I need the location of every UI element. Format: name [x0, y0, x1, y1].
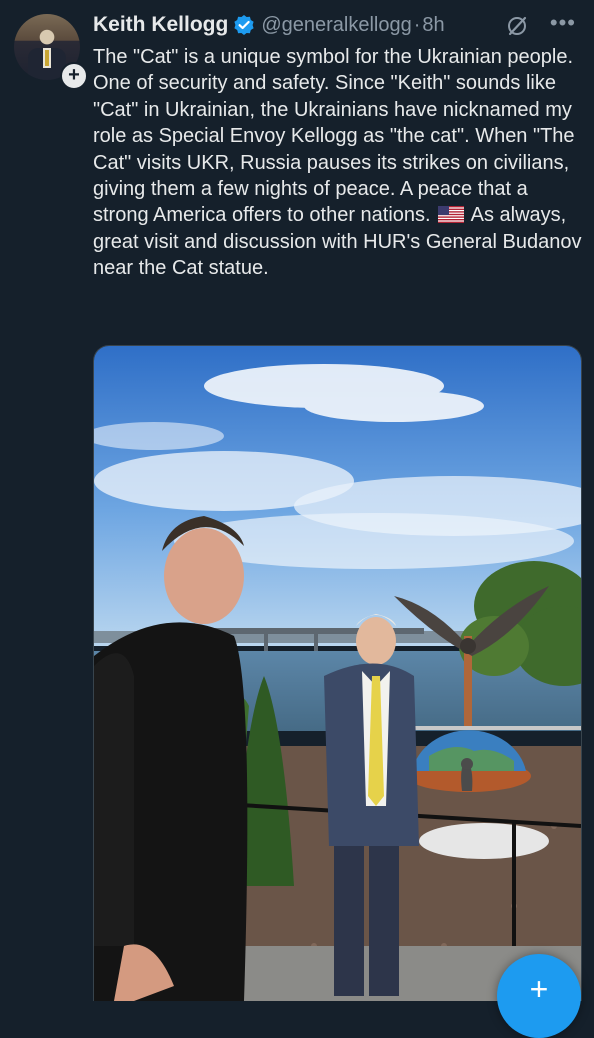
- verified-badge-icon: [234, 15, 254, 35]
- gravel-bed: [419, 823, 549, 859]
- us-flag-icon: [438, 206, 465, 224]
- more-icon[interactable]: •••: [550, 10, 576, 36]
- railing: [394, 726, 581, 730]
- tweet-header: Keith Kellogg @generalkellogg · 8h •••: [93, 8, 580, 42]
- tweet-photo[interactable]: [93, 345, 582, 1001]
- photo-scene: [94, 346, 581, 1001]
- grok-icon[interactable]: [506, 15, 528, 37]
- tweet-text: The "Cat" is a unique symbol for the Ukr…: [93, 44, 583, 282]
- separator-dot: ·: [413, 13, 421, 36]
- follow-plus-button[interactable]: +: [60, 62, 88, 90]
- compose-button[interactable]: +: [497, 954, 581, 1038]
- tweet-timestamp[interactable]: 8h: [422, 14, 444, 37]
- author-handle[interactable]: @generalkellogg: [261, 14, 411, 37]
- tweet-text-part1: The "Cat" is a unique symbol for the Ukr…: [93, 46, 581, 227]
- author-name[interactable]: Keith Kellogg: [93, 13, 228, 37]
